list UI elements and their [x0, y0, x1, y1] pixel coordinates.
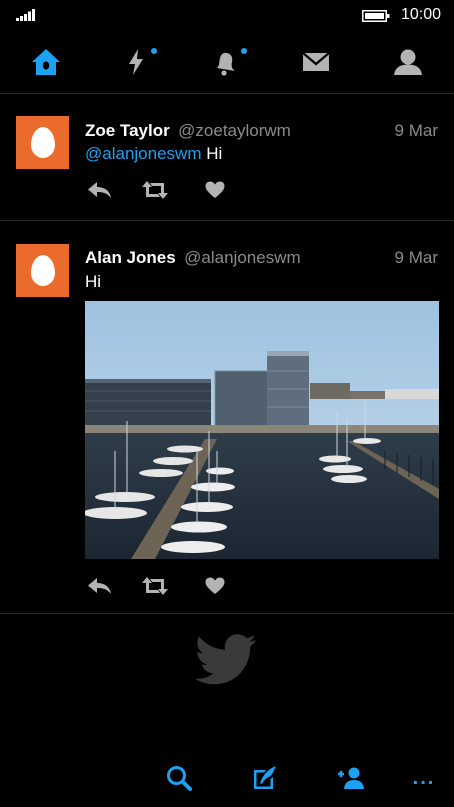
tweet-photo[interactable] — [85, 301, 439, 559]
retweet-icon — [142, 577, 168, 595]
search-button[interactable] — [159, 760, 199, 796]
tweet-date: 9 Mar — [394, 248, 438, 267]
person-icon — [394, 49, 422, 75]
home-icon — [32, 49, 60, 75]
tweet-text: Hi — [85, 272, 102, 291]
egg-avatar-icon — [30, 255, 55, 286]
lightning-icon — [129, 49, 143, 75]
tweet-author-handle[interactable]: @alanjoneswm — [184, 248, 300, 267]
reply-icon — [88, 578, 111, 594]
tweet-divider — [0, 613, 454, 614]
tweet-header: Zoe Taylor @zoetaylorwm 9 Mar — [85, 121, 438, 143]
signal-strength-icon — [16, 9, 35, 21]
status-bar: 10:00 — [0, 0, 454, 32]
top-nav — [0, 36, 454, 88]
retweet-icon — [142, 181, 168, 199]
compose-icon — [254, 766, 276, 789]
compose-tweet-button[interactable] — [245, 760, 285, 796]
status-clock: 10:00 — [401, 6, 442, 23]
heart-icon — [205, 577, 225, 594]
twitter-bird-logo — [196, 634, 256, 685]
avatar[interactable] — [16, 116, 69, 169]
tweet-author-name[interactable]: Alan Jones — [85, 248, 176, 267]
add-user-button[interactable] — [330, 760, 370, 796]
tweet-author-handle[interactable]: @zoetaylorwm — [178, 121, 291, 140]
reply-button[interactable] — [85, 573, 115, 599]
retweet-button[interactable] — [140, 177, 170, 203]
tweet-text-body: Hi — [201, 144, 223, 163]
tweet-text: @alanjoneswm Hi — [85, 144, 222, 164]
nav-moments[interactable] — [114, 40, 158, 84]
more-menu-button[interactable]: ... — [404, 760, 444, 796]
notifications-unread-dot — [241, 48, 247, 54]
more-icon: ... — [412, 766, 436, 789]
envelope-icon — [302, 52, 330, 71]
avatar[interactable] — [16, 244, 69, 297]
like-button[interactable] — [200, 177, 230, 203]
retweet-button[interactable] — [140, 573, 170, 599]
harbor-photo — [85, 301, 439, 559]
moments-unread-dot — [151, 48, 157, 54]
battery-icon — [362, 10, 390, 22]
tweet-header: Alan Jones @alanjoneswm 9 Mar — [85, 248, 438, 270]
tweet-date: 9 Mar — [394, 121, 438, 140]
nav-home[interactable] — [24, 40, 68, 84]
tweet-mention-link[interactable]: @alanjoneswm — [85, 144, 201, 163]
heart-icon — [205, 181, 225, 198]
reply-icon — [88, 182, 111, 198]
reply-button[interactable] — [85, 177, 115, 203]
bottom-app-bar: ... — [0, 750, 454, 807]
egg-avatar-icon — [30, 127, 55, 158]
tweet-author-name[interactable]: Zoe Taylor — [85, 121, 170, 140]
bell-icon — [217, 52, 235, 76]
search-icon — [167, 766, 192, 791]
nav-profile[interactable] — [386, 40, 430, 84]
nav-messages[interactable] — [294, 40, 338, 84]
like-button[interactable] — [200, 573, 230, 599]
tweet[interactable]: Zoe Taylor @zoetaylorwm 9 Mar @alanjones… — [0, 94, 454, 220]
add-person-icon — [338, 767, 364, 789]
nav-notifications[interactable] — [204, 40, 248, 84]
